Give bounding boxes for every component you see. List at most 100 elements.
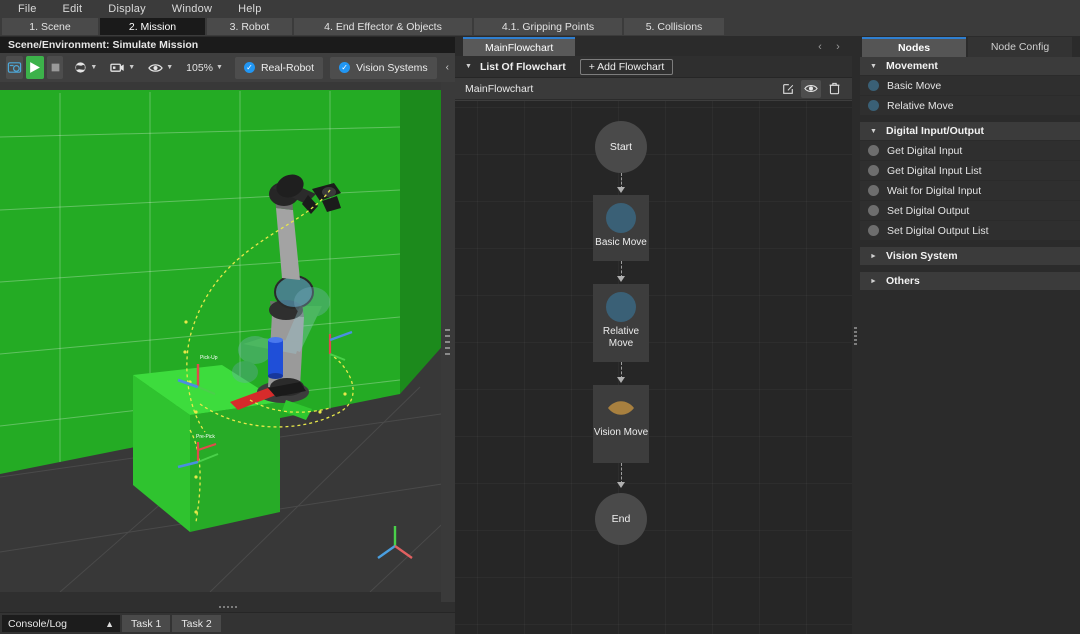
edit-icon[interactable] [778, 80, 798, 98]
viewport-splitter[interactable] [441, 82, 455, 602]
node-item-set-digital-output[interactable]: Set Digital Output [860, 201, 1080, 221]
node-item-wait-for-digital-input[interactable]: Wait for Digital Input [860, 181, 1080, 201]
viewport-header: Scene/Environment: Simulate Mission [0, 37, 455, 53]
flow-node-relative-move-label: Relative Move [602, 326, 640, 349]
camera-frame-icon[interactable] [6, 56, 23, 79]
flowchart-item-actions [778, 79, 852, 98]
node-group-movement[interactable]: ▼ Movement [860, 57, 1080, 76]
svg-text:Pick-Up: Pick-Up [200, 355, 218, 361]
node-item-basic-move[interactable]: Basic Move [860, 76, 1080, 96]
console-splitter[interactable] [0, 602, 455, 612]
eye-icon[interactable] [801, 79, 821, 98]
chevron-down-icon[interactable]: ▼ [465, 63, 472, 70]
node-group-others[interactable]: ► Others [860, 272, 1080, 291]
connector-visionmove-end [621, 463, 622, 484]
tab-scene[interactable]: 1. Scene [2, 18, 98, 35]
flow-node-vision-move-label: Vision Move [593, 427, 649, 438]
menu-item-file[interactable]: File [18, 3, 37, 15]
flow-node-end[interactable]: End [595, 493, 647, 545]
flow-node-basic-move[interactable]: Basic Move [593, 195, 649, 261]
nodes-panel-tabs: Nodes Node Config [860, 37, 1080, 57]
flow-node-vision-move[interactable]: Vision Move [593, 385, 649, 463]
tab-node-config[interactable]: Node Config [968, 37, 1072, 57]
tab-mission[interactable]: 2. Mission [100, 18, 205, 35]
viewport-column: Scene/Environment: Simulate Mission ▼ ▼ … [0, 37, 455, 634]
tab-collisions[interactable]: 5. Collisions [624, 18, 724, 35]
console-tab-task-1[interactable]: Task 1 [122, 615, 171, 632]
chevron-left-icon[interactable]: ‹ [812, 41, 828, 53]
3d-viewport[interactable]: Pick-Up Pre-Pick [0, 82, 455, 602]
axis-gizmo [371, 520, 419, 568]
menu-item-window[interactable]: Window [172, 3, 212, 15]
tab-nodes[interactable]: Nodes [862, 37, 966, 57]
basic-move-icon [606, 203, 636, 233]
node-group-others-label: Others [886, 275, 920, 287]
scene-object-cylinder [268, 337, 283, 379]
chevron-down-icon: ▼ [216, 64, 223, 71]
flowchart-column: MainFlowchart ‹ › ▼ List Of Flowchart + … [455, 37, 852, 634]
tab-gripping-points[interactable]: 4.1. Gripping Points [474, 18, 622, 35]
node-group-digital-io[interactable]: ▼ Digital Input/Output [860, 122, 1080, 141]
play-simulation-button[interactable] [25, 56, 44, 79]
menu-item-display[interactable]: Display [108, 3, 145, 15]
trash-icon[interactable] [824, 80, 844, 98]
zoom-level-dropdown[interactable]: 105% ▼ [181, 56, 228, 79]
flowchart-tab-mainflowchart[interactable]: MainFlowchart [463, 37, 576, 56]
right-panel-splitter[interactable] [852, 37, 860, 634]
toolbar-collapse-icon[interactable]: ‹ [440, 62, 455, 73]
node-group-digital-io-label: Digital Input/Output [886, 125, 984, 137]
node-item-set-digital-output-list[interactable]: Set Digital Output List [860, 221, 1080, 241]
menu-item-help[interactable]: Help [238, 3, 261, 15]
flow-node-start[interactable]: Start [595, 121, 647, 173]
console-bar: Console/Log ▲ Task 1 Task 2 [0, 612, 455, 634]
console-log-toggle[interactable]: Console/Log ▲ [2, 615, 120, 632]
list-of-flowchart-label: List Of Flowchart [479, 60, 566, 73]
node-group-movement-label: Movement [886, 60, 938, 72]
chevron-up-icon: ▲ [105, 618, 114, 629]
node-item-get-digital-input[interactable]: Get Digital Input [860, 141, 1080, 161]
menu-bar: File Edit Display Window Help [0, 0, 1080, 18]
chevron-down-icon: ▼ [166, 64, 174, 71]
nodes-panel-footer [860, 612, 1080, 634]
camera-view-dropdown[interactable]: ▼ [105, 56, 140, 79]
real-robot-label: Real-Robot [260, 61, 315, 74]
arrowhead-icon [617, 187, 625, 193]
flowchart-list-item[interactable]: MainFlowchart [455, 78, 852, 100]
flow-node-relative-move[interactable]: Relative Move [593, 284, 649, 362]
flowchart-canvas[interactable]: Start Basic Move Relative Move Vision Mo… [455, 100, 852, 634]
menu-item-edit[interactable]: Edit [63, 3, 83, 15]
check-icon: ✓ [339, 62, 351, 73]
vision-systems-toggle[interactable]: ✓ Vision Systems [330, 56, 437, 79]
stop-simulation-button[interactable] [46, 56, 64, 79]
node-color-dot [868, 165, 879, 176]
chevron-down-icon: ▼ [870, 62, 877, 70]
chevron-right-icon: ► [870, 277, 877, 285]
svg-text:Pre-Pick: Pre-Pick [196, 434, 215, 440]
visibility-dropdown[interactable]: ▼ [143, 56, 178, 79]
arrowhead-icon [617, 482, 625, 488]
add-flowchart-button[interactable]: + Add Flowchart [579, 58, 674, 75]
console-tab-task-2[interactable]: Task 2 [172, 615, 221, 632]
globe-view-dropdown[interactable]: ▼ [69, 56, 102, 79]
node-item-relative-move[interactable]: Relative Move [860, 96, 1080, 116]
tab-robot[interactable]: 3. Robot [207, 18, 292, 35]
node-item-set-digital-output-label: Set Digital Output [887, 204, 970, 217]
node-item-get-digital-input-list[interactable]: Get Digital Input List [860, 161, 1080, 181]
application-window: File Edit Display Window Help 1. Scene 2… [0, 0, 1080, 634]
node-group-vision-system[interactable]: ► Vision System [860, 247, 1080, 266]
arrowhead-icon [617, 377, 625, 383]
chevron-right-icon[interactable]: › [830, 41, 846, 53]
tab-end-effector-objects[interactable]: 4. End Effector & Objects [294, 18, 472, 35]
workflow-step-tabs: 1. Scene 2. Mission 3. Robot 4. End Effe… [0, 18, 1080, 37]
node-color-dot [868, 225, 879, 236]
node-color-dot [868, 80, 879, 91]
zoom-level-label: 105% [186, 61, 214, 74]
real-robot-toggle[interactable]: ✓ Real-Robot [234, 56, 324, 79]
node-color-dot [868, 145, 879, 156]
check-icon: ✓ [243, 62, 255, 73]
node-color-dot [868, 185, 879, 196]
node-color-dot [868, 205, 879, 216]
flow-node-basic-move-label: Basic Move [595, 237, 647, 248]
node-item-set-digital-output-list-label: Set Digital Output List [887, 224, 989, 237]
vision-systems-label: Vision Systems [356, 61, 428, 74]
